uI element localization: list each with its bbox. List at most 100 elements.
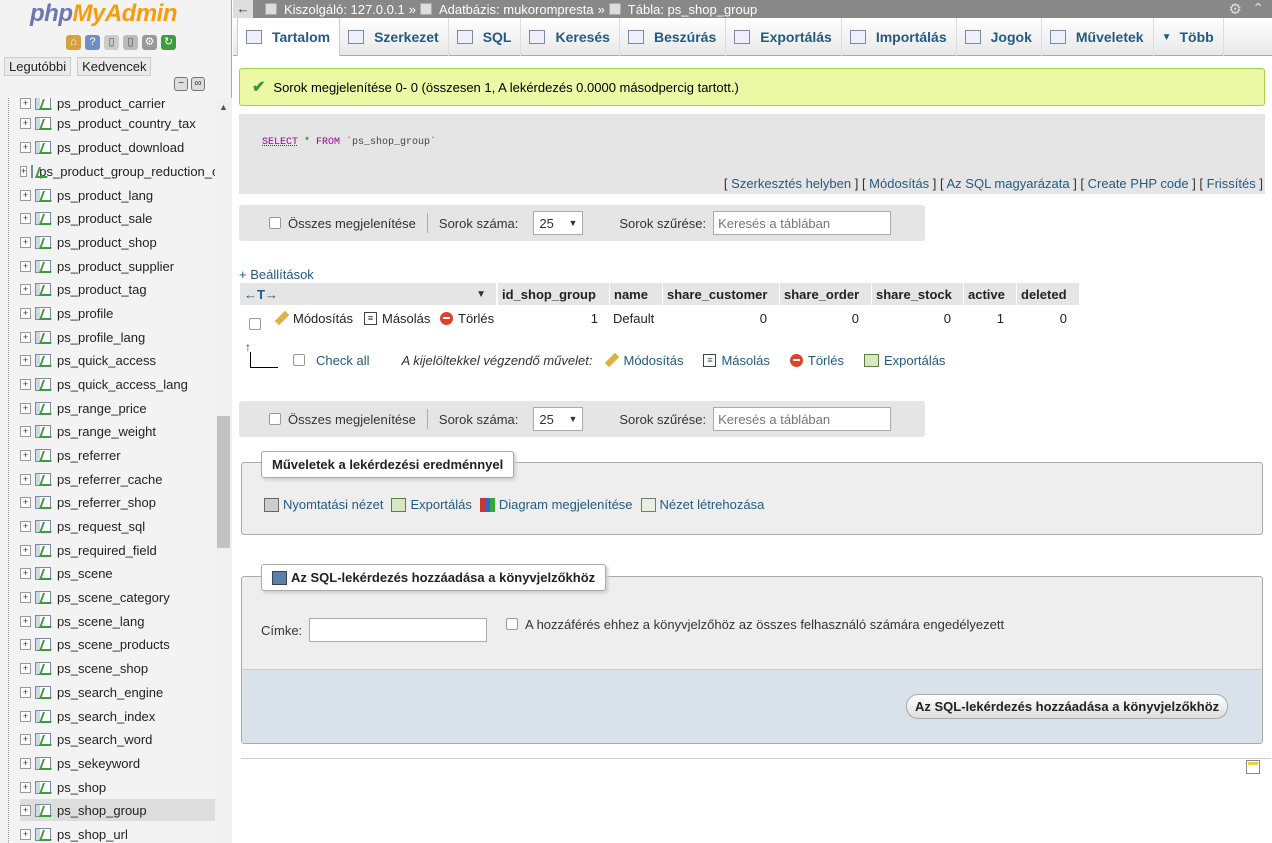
print-view-link[interactable]: Nyomtatási nézet: [264, 497, 383, 512]
expand-icon[interactable]: +: [20, 378, 31, 390]
bulk-edit-button[interactable]: Módosítás: [605, 353, 683, 368]
link-icon[interactable]: ∞: [191, 77, 205, 91]
recent-tab[interactable]: Legutóbbi: [4, 57, 72, 76]
table-browse-icon[interactable]: [35, 614, 51, 628]
help-icon[interactable]: ?: [85, 35, 100, 50]
expand-icon[interactable]: +: [20, 98, 31, 109]
sidebar-table-item[interactable]: + ps_search_word: [20, 728, 215, 750]
sidebar-table-item[interactable]: + ps_shop_group: [20, 799, 215, 821]
scroll-up-icon[interactable]: ▲: [219, 102, 228, 112]
sidebar-table-item[interactable]: + ps_product_tag: [20, 278, 215, 300]
sidebar-table-item[interactable]: + ps_range_weight: [20, 420, 215, 442]
expand-icon[interactable]: +: [20, 544, 31, 556]
sidebar-table-item[interactable]: + ps_scene_products: [20, 633, 215, 655]
table-browse-icon[interactable]: [35, 709, 51, 723]
sidebar-table-item[interactable]: + ps_product_sale: [20, 207, 215, 229]
tab-insert[interactable]: Beszúrás: [620, 18, 727, 56]
column-resize-arrows[interactable]: ←T→: [244, 287, 278, 302]
expand-icon[interactable]: +: [20, 567, 31, 579]
export-link[interactable]: Exportálás: [391, 497, 472, 512]
cell-share_stock[interactable]: 0: [872, 307, 951, 329]
tab-more[interactable]: ▼ Több: [1154, 18, 1224, 56]
table-browse-icon[interactable]: [35, 827, 51, 841]
sidebar-scrollbar[interactable]: ▲: [215, 98, 232, 843]
sidebar-table-item[interactable]: + ps_product_shop: [20, 231, 215, 253]
docs-icon[interactable]: ▯: [104, 35, 119, 50]
expand-icon[interactable]: +: [20, 520, 31, 532]
expand-icon[interactable]: +: [20, 260, 31, 272]
row-copy-link[interactable]: ≡ Másolás: [364, 307, 430, 329]
table-browse-icon[interactable]: [35, 330, 51, 344]
sidebar-table-item[interactable]: + ps_request_sql: [20, 515, 215, 537]
sidebar-table-item[interactable]: + ps_scene: [20, 562, 215, 584]
favorites-tab[interactable]: Kedvencek: [77, 57, 152, 76]
sql-doc-icon[interactable]: ▯: [123, 35, 138, 50]
expand-icon[interactable]: +: [20, 804, 31, 816]
row-count-select[interactable]: 25 ▼: [533, 407, 584, 431]
table-browse-icon[interactable]: [35, 259, 51, 273]
cell-share_customer[interactable]: 0: [663, 307, 767, 329]
header-name[interactable]: name: [610, 283, 662, 305]
gear-icon[interactable]: ⚙: [142, 35, 157, 50]
public-bookmark-checkbox[interactable]: [506, 618, 518, 630]
sidebar-table-item[interactable]: + ps_product_group_reduction_cache: [20, 160, 215, 182]
settings-gear-icon[interactable]: ⚙: [1229, 0, 1242, 18]
sql-select-keyword[interactable]: SELECT: [262, 137, 298, 148]
expand-icon[interactable]: +: [20, 331, 31, 343]
table-browse-icon[interactable]: [35, 543, 51, 557]
sidebar-table-item[interactable]: + ps_scene_shop: [20, 657, 215, 679]
table-browse-icon[interactable]: [35, 780, 51, 794]
row-delete-link[interactable]: Törlés: [440, 307, 494, 329]
sidebar-table-item[interactable]: + ps_referrer: [20, 444, 215, 466]
table-row-checkbox[interactable]: [249, 313, 261, 335]
phpmyadmin-logo[interactable]: phpMyAdmin: [30, 0, 177, 28]
collapse-top-icon[interactable]: ⌃: [1252, 0, 1264, 17]
refresh-link[interactable]: Frissítés: [1207, 176, 1256, 191]
expand-icon[interactable]: +: [20, 473, 31, 485]
create-view-link[interactable]: Nézet létrehozása: [640, 497, 764, 512]
expand-icon[interactable]: +: [20, 781, 31, 793]
header-deleted[interactable]: deleted: [1017, 283, 1079, 305]
expand-icon[interactable]: +: [20, 638, 31, 650]
cell-name[interactable]: Default: [613, 307, 654, 329]
table-browse-icon[interactable]: [31, 164, 34, 178]
tab-sql[interactable]: SQL: [449, 18, 522, 56]
header-id_shop_group[interactable]: id_shop_group: [498, 283, 609, 305]
table-browse-icon[interactable]: [35, 424, 51, 438]
sidebar-table-item[interactable]: + ps_referrer_cache: [20, 468, 215, 490]
sidebar-table-item[interactable]: + ps_product_supplier: [20, 255, 215, 277]
display-chart-link[interactable]: Diagram megjelenítése: [479, 497, 633, 512]
sidebar-table-item[interactable]: + ps_quick_access: [20, 349, 215, 371]
scrollbar-thumb[interactable]: [217, 416, 230, 548]
create-php-code-link[interactable]: Create PHP code: [1088, 176, 1189, 191]
sidebar-table-item[interactable]: + ps_product_country_tax: [20, 112, 215, 134]
filter-input[interactable]: [713, 211, 892, 235]
show-all-checkbox[interactable]: [269, 217, 281, 229]
tab-search[interactable]: Keresés: [521, 18, 620, 56]
sidebar-table-item[interactable]: + ps_quick_access_lang: [20, 373, 215, 395]
breadcrumb-server[interactable]: Kiszolgáló: 127.0.0.1: [284, 2, 405, 17]
expand-icon[interactable]: +: [20, 686, 31, 698]
header-share_order[interactable]: share_order: [780, 283, 871, 305]
table-browse-icon[interactable]: [35, 401, 51, 415]
table-browse-icon[interactable]: [35, 235, 51, 249]
sidebar-table-item[interactable]: + ps_search_engine: [20, 681, 215, 703]
expand-icon[interactable]: +: [20, 141, 31, 153]
bulk-copy-button[interactable]: ≡ Másolás: [703, 353, 770, 368]
header-share_stock[interactable]: share_stock: [872, 283, 963, 305]
collapse-all-icon[interactable]: −: [174, 77, 188, 91]
table-browse-icon[interactable]: [35, 590, 51, 604]
sort-dropdown-icon[interactable]: ▼: [476, 289, 486, 300]
expand-icon[interactable]: +: [20, 212, 31, 224]
table-browse-icon[interactable]: [35, 685, 51, 699]
check-all-checkbox[interactable]: [293, 354, 305, 366]
expand-icon[interactable]: +: [20, 117, 31, 129]
table-browse-icon[interactable]: [35, 495, 51, 509]
header-active[interactable]: active: [964, 283, 1016, 305]
table-browse-icon[interactable]: [35, 566, 51, 580]
tab-import[interactable]: Importálás: [842, 18, 957, 56]
expand-icon[interactable]: +: [20, 710, 31, 722]
table-browse-icon[interactable]: [35, 140, 51, 154]
expand-icon[interactable]: +: [20, 496, 31, 508]
expand-icon[interactable]: +: [20, 662, 31, 674]
